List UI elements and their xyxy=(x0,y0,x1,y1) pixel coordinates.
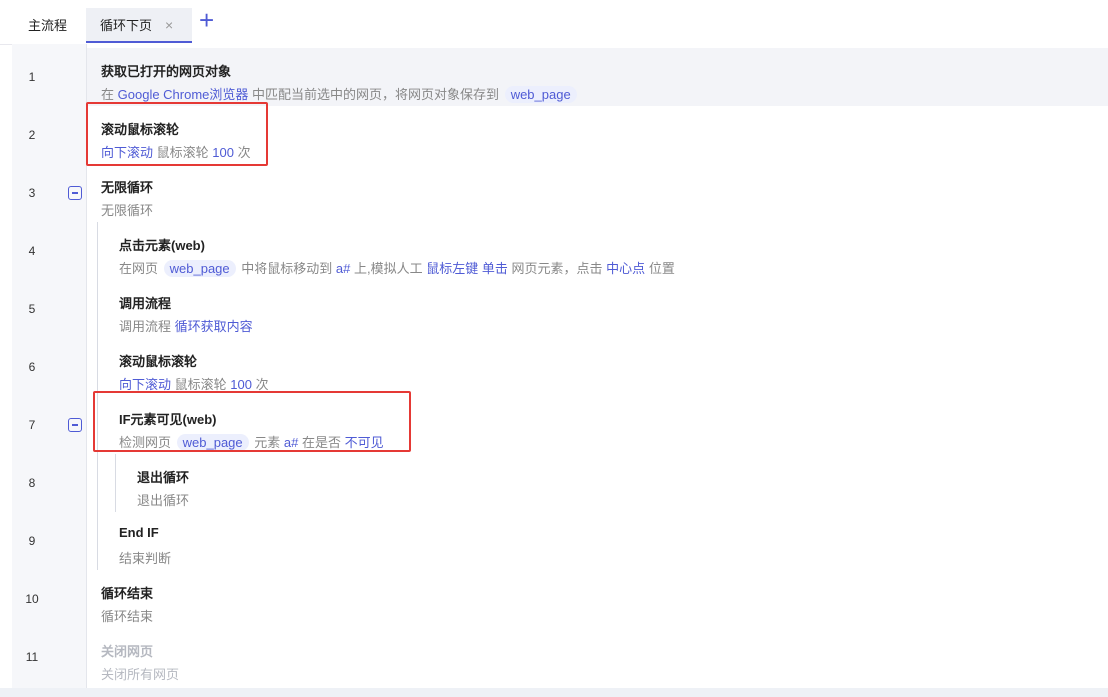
step-row[interactable]: 5 调用流程 调用流程 循环获取内容 xyxy=(12,280,1108,338)
desc-text: 结束判断 xyxy=(119,551,172,566)
desc-keyword[interactable]: 鼠标左键 xyxy=(426,261,478,276)
step-description: 在网页 web_page 中将鼠标移动到 a# 上,模拟人工 鼠标左键 单击 网… xyxy=(119,258,675,277)
line-number: 11 xyxy=(25,650,39,664)
step-title: End IF xyxy=(119,525,159,540)
desc-text: 中将鼠标移动到 xyxy=(241,261,333,276)
step-row[interactable]: 9 End IF 结束判断 xyxy=(12,512,1108,570)
step-title: 获取已打开的网页对象 xyxy=(101,64,232,79)
close-icon[interactable]: × xyxy=(165,8,173,43)
line-number: 7 xyxy=(28,418,36,432)
step-row[interactable]: 1 获取已打开的网页对象 在 Google Chrome浏览器 中匹配当前选中的… xyxy=(12,48,1108,106)
tab-label: 循环下页 xyxy=(100,18,153,33)
desc-keyword[interactable]: 单击 xyxy=(482,261,508,276)
if-indent-guide xyxy=(115,454,116,512)
bottom-scroll-area xyxy=(0,688,1108,697)
line-number: 5 xyxy=(28,302,36,316)
step-description: 在 Google Chrome浏览器 中匹配当前选中的网页，将网页对象保存到 w… xyxy=(101,84,579,103)
step-title: 点击元素(web) xyxy=(119,238,205,253)
line-number: 9 xyxy=(28,534,36,548)
step-description: 关闭所有网页 xyxy=(101,664,179,683)
desc-keyword[interactable]: 100 xyxy=(230,377,252,392)
desc-text: 关闭所有网页 xyxy=(101,667,180,682)
desc-text: 位置 xyxy=(648,261,675,276)
step-row[interactable]: 8 退出循环 退出循环 xyxy=(12,454,1108,512)
desc-text: 调用流程 xyxy=(119,319,172,334)
step-row[interactable]: 6 滚动鼠标滚轮 向下滚动 鼠标滚轮 100 次 xyxy=(12,338,1108,396)
line-number: 3 xyxy=(28,186,36,200)
step-title: 无限循环 xyxy=(101,180,154,195)
variable-pill[interactable]: web_page xyxy=(163,260,236,277)
desc-text: 网页元素，点击 xyxy=(511,261,603,276)
step-description: 无限循环 xyxy=(101,200,153,219)
step-description: 调用流程 循环获取内容 xyxy=(119,316,253,335)
step-description: 循环结束 xyxy=(101,606,153,625)
desc-text: 鼠标滚轮 xyxy=(174,377,227,392)
highlight-box xyxy=(93,391,411,452)
desc-keyword[interactable]: 循环获取内容 xyxy=(175,319,253,334)
step-row[interactable]: 3 无限循环 无限循环 xyxy=(12,164,1108,222)
desc-text: 无限循环 xyxy=(101,203,154,218)
desc-text: 退出循环 xyxy=(137,493,190,508)
line-number: 6 xyxy=(28,360,36,374)
line-number: 8 xyxy=(28,476,36,490)
step-row-disabled[interactable]: 11 关闭网页 关闭所有网页 xyxy=(12,628,1108,686)
tab-main-flow[interactable]: 主流程 xyxy=(28,8,67,43)
highlight-box xyxy=(86,102,268,166)
step-title: 调用流程 xyxy=(119,296,172,311)
desc-text: 中匹配当前选中的网页，将网页对象保存到 xyxy=(252,87,500,102)
desc-keyword[interactable]: a# xyxy=(336,261,350,276)
collapse-icon[interactable] xyxy=(68,418,82,432)
step-title: 关闭网页 xyxy=(101,644,154,659)
desc-text: 次 xyxy=(255,377,269,392)
variable-pill[interactable]: web_page xyxy=(504,86,577,103)
desc-text: 循环结束 xyxy=(101,609,154,624)
step-description: 退出循环 xyxy=(137,490,189,509)
desc-text: 上,模拟人工 xyxy=(354,261,423,276)
tab-loop-next-page[interactable]: 循环下页 × xyxy=(86,8,192,43)
line-number: 2 xyxy=(28,128,36,142)
step-description: 结束判断 xyxy=(119,548,171,567)
tab-bar: 主流程 循环下页 × + xyxy=(0,0,1108,45)
desc-keyword[interactable]: 向下滚动 xyxy=(119,377,171,392)
desc-keyword[interactable]: Google Chrome浏览器 xyxy=(118,87,249,102)
step-row[interactable]: 10 循环结束 循环结束 xyxy=(12,570,1108,628)
line-number: 10 xyxy=(25,592,39,606)
step-title: 滚动鼠标滚轮 xyxy=(119,354,198,369)
add-tab-icon[interactable]: + xyxy=(199,5,214,35)
line-number: 1 xyxy=(28,70,36,84)
step-row[interactable]: 4 点击元素(web) 在网页 web_page 中将鼠标移动到 a# 上,模拟… xyxy=(12,222,1108,280)
desc-keyword[interactable]: 中心点 xyxy=(606,261,645,276)
desc-text: 在网页 xyxy=(119,261,159,276)
collapse-icon[interactable] xyxy=(68,186,82,200)
step-title: 退出循环 xyxy=(137,470,190,485)
step-title: 循环结束 xyxy=(101,586,154,601)
desc-text: 在 xyxy=(101,87,115,102)
line-number: 4 xyxy=(28,244,36,258)
